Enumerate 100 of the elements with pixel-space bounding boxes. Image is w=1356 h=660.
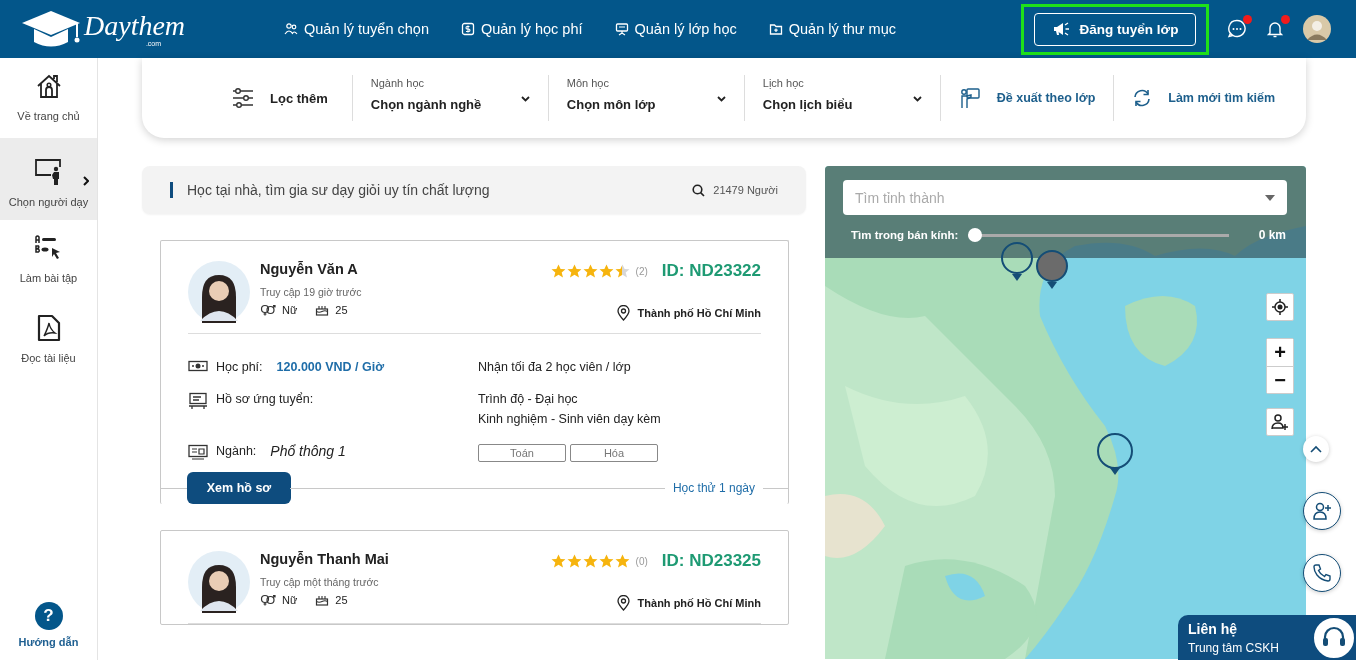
- monitor-icon: [188, 444, 208, 460]
- profile-label: Hồ sơ ứng tuyển:: [216, 392, 314, 406]
- caret-icon: [520, 96, 530, 102]
- register-button[interactable]: [1303, 492, 1341, 530]
- star-icon: [598, 554, 614, 568]
- caret-icon: [1265, 194, 1275, 201]
- review-count: (2): [635, 265, 648, 277]
- gender-icon: [260, 303, 276, 316]
- avatar: [188, 261, 250, 323]
- star-icon: [550, 264, 566, 278]
- post-class-button[interactable]: Đăng tuyển lớp: [1034, 12, 1196, 46]
- filter-button[interactable]: Lọc thêm: [226, 86, 334, 110]
- gender-text: Nữ: [282, 593, 298, 606]
- nav-link[interactable]: Quản lý lớp học: [614, 21, 737, 37]
- star-icon: [614, 554, 630, 568]
- refresh-icon: [1132, 88, 1153, 108]
- view-profile-button[interactable]: Xem hồ sơ: [187, 472, 291, 504]
- location-pin-icon: [616, 595, 630, 611]
- sidebar-item[interactable]: Làm bài tập: [0, 220, 97, 300]
- help-link[interactable]: Hướng dẫn: [18, 636, 79, 648]
- caret-icon: [716, 96, 726, 102]
- tutor-name[interactable]: Nguyễn Thanh Mai: [260, 551, 541, 567]
- sidebar-item[interactable]: Đọc tài liệu: [0, 300, 97, 380]
- zoom-out-button[interactable]: −: [1267, 366, 1293, 393]
- age-text: 25: [335, 303, 348, 316]
- money-icon: [460, 22, 475, 36]
- add-user-button[interactable]: [1266, 408, 1294, 436]
- star-icon: [566, 264, 582, 278]
- cash-icon: [188, 360, 208, 372]
- contact-subtitle: Trung tâm CSKH: [1188, 640, 1280, 655]
- city-text: Thành phố Hồ Chí Minh: [637, 307, 761, 319]
- star-icon: [582, 554, 598, 568]
- locate-button[interactable]: [1266, 293, 1294, 321]
- scroll-up-button[interactable]: [1303, 436, 1329, 462]
- gender-text: Nữ: [282, 303, 298, 316]
- cake-icon: [315, 593, 330, 606]
- radius-label: Tìm trong bán kính:: [851, 229, 959, 241]
- contact-widget[interactable]: Liên hệ Trung tâm CSKH: [1178, 615, 1356, 660]
- star-icon: [550, 554, 566, 568]
- nav-link[interactable]: Quản lý thư mục: [768, 21, 896, 37]
- subject-tag: Hóa: [570, 444, 658, 462]
- graduation-cap-icon: [20, 9, 82, 49]
- pdf-file-icon: [35, 314, 62, 342]
- nav-link[interactable]: Quản lý học phí: [460, 21, 583, 37]
- profile-text: Kinh nghiệm - Sinh viên dạy kèm: [478, 412, 662, 426]
- add-user-icon: [1271, 413, 1289, 431]
- cake-icon: [315, 303, 330, 316]
- folder-icon: [768, 22, 783, 36]
- review-count: (0): [635, 555, 648, 567]
- sidebar-item[interactable]: Chọn người dạy: [0, 138, 97, 220]
- tutor-id: ID: ND23322: [661, 261, 761, 281]
- result-count: 21479 Người: [713, 184, 778, 196]
- tutor-name[interactable]: Nguyễn Văn A: [260, 261, 541, 277]
- gender-icon: [260, 593, 276, 606]
- star-icon: [598, 264, 614, 278]
- city-text: Thành phố Hồ Chí Minh: [637, 597, 761, 609]
- capacity-text: Nhận tối đa 2 học viên / lớp: [478, 360, 631, 374]
- nav-link[interactable]: Quản lý tuyển chọn: [284, 21, 429, 37]
- filter-action-button[interactable]: Đề xuất theo lớp: [939, 75, 1114, 121]
- location-pin-icon: [616, 305, 630, 321]
- add-user-icon: [1312, 501, 1332, 521]
- caret-icon: [912, 96, 922, 102]
- computer-icon: [188, 392, 208, 410]
- people-icon: [284, 22, 298, 36]
- sidebar-item[interactable]: Về trang chủ: [0, 58, 97, 138]
- star-icon: [614, 264, 630, 278]
- fee-label: Học phí:: [216, 360, 263, 374]
- megaphone-icon: [1051, 21, 1072, 37]
- call-button[interactable]: [1303, 554, 1341, 592]
- star-icon: [566, 554, 582, 568]
- teacher-board-icon: [33, 158, 64, 186]
- sliders-icon: [232, 87, 254, 109]
- user-avatar[interactable]: [1303, 15, 1331, 43]
- major-value: Phổ thông 1: [270, 443, 346, 459]
- phone-icon: [1312, 563, 1332, 583]
- tutor-id: ID: ND23325: [661, 551, 761, 571]
- star-icon: [582, 264, 598, 278]
- age-text: 25: [335, 593, 348, 606]
- filter-action-button[interactable]: Làm mới tìm kiếm: [1113, 75, 1294, 121]
- presenter-icon: [958, 87, 981, 109]
- fee-value: 120.000 VND / Giờ: [276, 360, 385, 374]
- profile-text: Trình độ - Đại học: [478, 392, 579, 406]
- chat-icon: [1227, 19, 1247, 39]
- board-icon: [614, 22, 629, 36]
- help-button[interactable]: ?: [34, 602, 63, 630]
- chevron-right-icon: [83, 176, 89, 186]
- filter-select[interactable]: Môn học Chọn môn lớp: [547, 75, 744, 121]
- filter-select[interactable]: Lịch học Chọn lịch biểu: [743, 75, 940, 121]
- crosshair-icon: [1272, 299, 1288, 315]
- bell-icon: [1265, 19, 1285, 39]
- chevron-up-icon: [1310, 445, 1322, 453]
- avatar: [188, 551, 250, 613]
- radius-slider[interactable]: [968, 228, 1229, 242]
- radius-value: 0 km: [1258, 228, 1286, 242]
- search-icon[interactable]: [692, 183, 706, 197]
- banner-text: Học tại nhà, tìm gia sư dạy giỏi uy tín chất lượng: [170, 182, 685, 198]
- trial-text: Học thử 1 ngày: [671, 481, 756, 495]
- last-access-text: Truy cập 19 giờ trước: [260, 286, 363, 298]
- subject-tag: Toán: [478, 444, 566, 462]
- filter-select[interactable]: Ngành học Chọn ngành nghề: [351, 75, 548, 121]
